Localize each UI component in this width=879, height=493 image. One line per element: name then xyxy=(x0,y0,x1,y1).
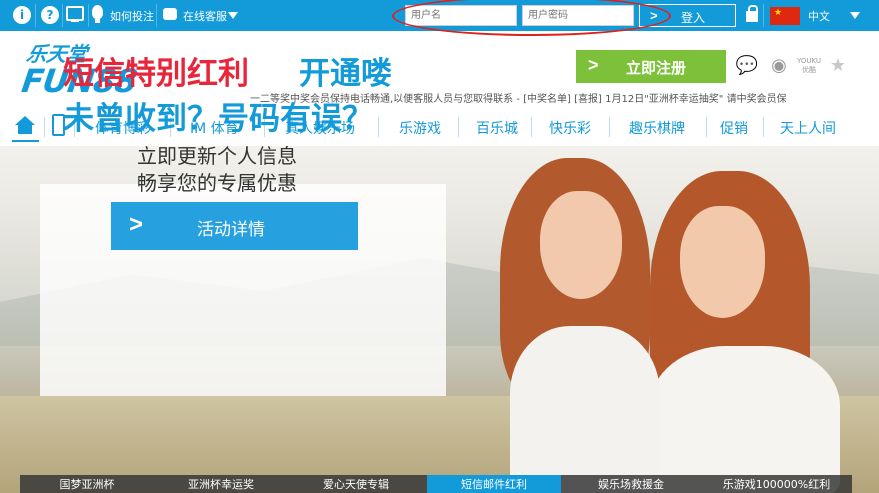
chat-icon[interactable] xyxy=(163,8,177,20)
support-link[interactable]: 在线客服 xyxy=(183,8,227,24)
subtitle-update: 立即更新个人信息 xyxy=(137,144,297,168)
promo-details-button[interactable]: > 活动详情 xyxy=(111,202,358,250)
promo-details-label: 活动详情 xyxy=(197,220,265,239)
banner-tab-active[interactable]: 短信邮件红利 xyxy=(427,475,561,493)
model-image xyxy=(650,346,840,493)
china-flag-icon[interactable]: ★ xyxy=(770,7,800,25)
promo-banner[interactable] xyxy=(0,146,879,493)
headline-question: 未曾收到？号码有误？ xyxy=(63,101,373,137)
nav-item-lottery[interactable]: 快乐彩 xyxy=(549,118,591,138)
nav-item-games[interactable]: 乐游戏 xyxy=(399,118,441,138)
home-icon-body xyxy=(18,125,32,134)
nav-item-casino[interactable]: 百乐城 xyxy=(476,118,518,138)
divider xyxy=(88,4,89,27)
language-label[interactable]: 中文 xyxy=(808,8,830,24)
divider xyxy=(763,117,764,137)
divider xyxy=(763,4,764,27)
info-icon[interactable]: i xyxy=(13,6,31,24)
banner-tab[interactable]: 爱心天使专辑 xyxy=(288,475,424,493)
banner-tab[interactable]: 乐游戏100000%红利 xyxy=(701,475,852,493)
divider xyxy=(458,117,459,137)
active-underline xyxy=(12,140,39,142)
banner-tab[interactable]: 娱乐场救援金 xyxy=(563,475,699,493)
help-icon[interactable]: ? xyxy=(41,6,59,24)
register-label: 立即注册 xyxy=(626,60,687,77)
howto-link[interactable]: 如何投注 xyxy=(110,8,154,24)
chevron-down-icon[interactable] xyxy=(228,12,238,19)
wechat-icon[interactable]: 💬 xyxy=(735,55,759,76)
nav-item-chess[interactable]: 趣乐棋牌 xyxy=(629,118,685,138)
top-bar: i ? 如何投注 在线客服 > 登入 ★ 中文 xyxy=(0,0,879,36)
divider xyxy=(609,117,610,137)
highlight-oval xyxy=(392,0,671,36)
weibo-icon[interactable]: ◉ xyxy=(767,55,791,76)
nav-item-promotions[interactable]: 促销 xyxy=(720,118,748,138)
chevron-right-icon: > xyxy=(129,211,144,238)
divider xyxy=(44,117,45,137)
nav-item-heaven[interactable]: 天上人间 xyxy=(780,118,836,138)
chevron-right-icon: > xyxy=(588,55,599,75)
login-label: 登入 xyxy=(681,11,706,25)
divider xyxy=(35,4,36,27)
youku-icon[interactable]: YOUKU 优酷 xyxy=(797,57,821,75)
banner-tabs: 国梦亚洲杯 亚洲杯幸运奖 爱心天使专辑 短信邮件红利 娱乐场救援金 乐游戏100… xyxy=(20,475,852,493)
divider xyxy=(62,4,63,27)
chevron-down-icon[interactable] xyxy=(850,12,860,19)
banner-tab[interactable]: 国梦亚洲杯 xyxy=(20,475,154,493)
divider xyxy=(378,117,379,137)
divider xyxy=(706,117,707,137)
model-image xyxy=(680,206,765,318)
headline-red: 短信特别红利 xyxy=(63,56,249,92)
banner-tab[interactable]: 亚洲杯幸运奖 xyxy=(156,475,286,493)
headline-blue: 开通喽 xyxy=(299,56,392,92)
lightbulb-icon[interactable] xyxy=(92,5,103,23)
tv-icon[interactable] xyxy=(66,6,84,22)
star-icon[interactable]: ★ xyxy=(826,55,850,76)
model-image xyxy=(510,326,660,493)
subtitle-offer: 畅享您的专属优惠 xyxy=(137,171,297,195)
divider xyxy=(156,4,157,27)
home-icon xyxy=(15,116,35,125)
register-button[interactable]: > 立即注册 xyxy=(576,50,726,83)
model-image xyxy=(540,191,622,299)
divider xyxy=(531,117,532,137)
home-button[interactable] xyxy=(12,110,39,142)
lock-icon[interactable] xyxy=(746,5,758,22)
